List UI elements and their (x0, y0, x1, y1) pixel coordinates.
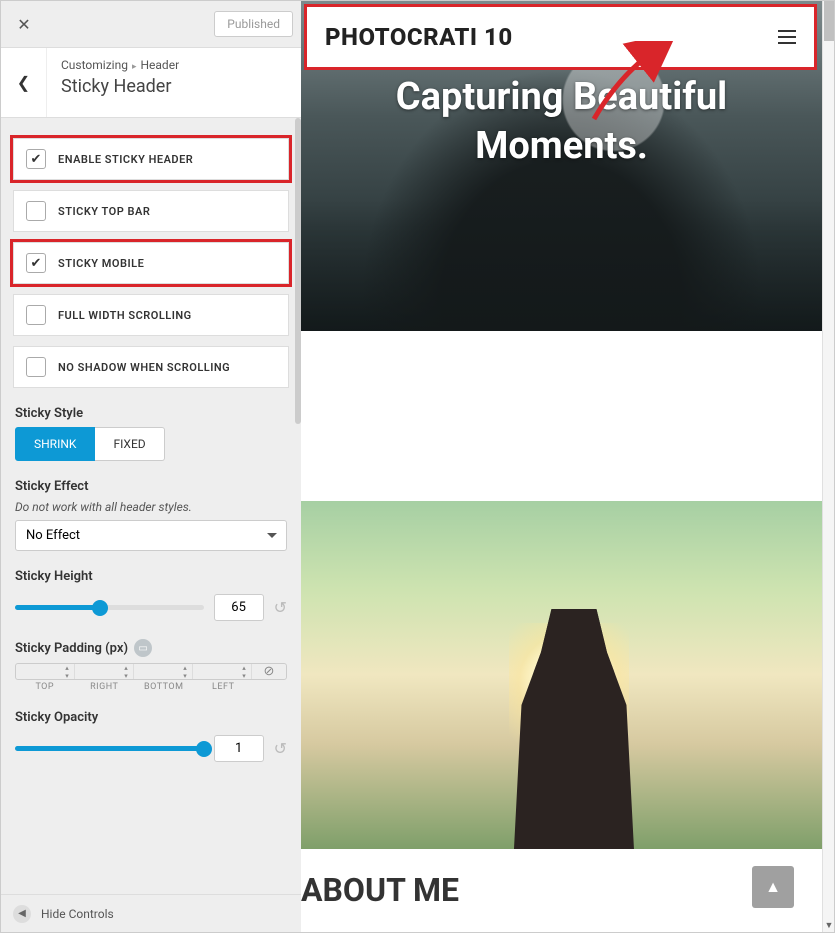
option-label: STICKY TOP BAR (58, 205, 150, 218)
option-label: FULL WIDTH SCROLLING (58, 309, 192, 322)
sticky-effect-select[interactable]: No Effect (15, 520, 287, 551)
close-button[interactable]: ✕ (9, 9, 39, 39)
hide-controls-button[interactable]: Hide Controls (41, 907, 114, 921)
scroll-top-button[interactable]: ▲ (752, 866, 794, 908)
padding-right-input[interactable]: ▴▾ (75, 664, 134, 679)
sticky-padding-label: Sticky Padding (px) (15, 641, 128, 656)
option-no-shadow[interactable]: NO SHADOW WHEN SCROLLING (13, 346, 289, 388)
option-label: STICKY MOBILE (58, 257, 144, 270)
padding-side-labels: TOP RIGHT BOTTOM LEFT (15, 682, 287, 692)
breadcrumb-path: Customizing▸Header (61, 58, 287, 72)
option-full-width-scrolling[interactable]: FULL WIDTH SCROLLING (13, 294, 289, 336)
sticky-effect-label: Sticky Effect (1, 461, 301, 500)
padding-left-input[interactable]: ▴▾ (193, 664, 252, 679)
about-heading: ABOUT ME (301, 871, 822, 909)
checkbox-icon[interactable] (26, 253, 46, 273)
sticky-opacity-slider[interactable] (15, 746, 204, 751)
site-preview: Capturing BeautifulMoments. PHOTOCRATI 1… (301, 1, 822, 932)
sticky-opacity-input[interactable] (214, 735, 264, 762)
sticky-header-preview: PHOTOCRATI 10 (307, 7, 814, 67)
hero-heading: Capturing BeautifulMoments. (301, 73, 822, 172)
about-section: ABOUT ME (301, 849, 822, 909)
checkbox-icon[interactable] (26, 149, 46, 169)
sticky-style-toggle: SHRINK FIXED (15, 427, 287, 461)
sticky-height-control: ↺ (15, 594, 287, 621)
sticky-style-shrink[interactable]: SHRINK (15, 427, 95, 461)
devices-icon[interactable]: ▭ (134, 639, 152, 657)
sticky-effect-select-wrap: No Effect (15, 520, 287, 551)
window-scrollbar[interactable]: ▲ ▼ (822, 1, 834, 932)
reset-icon[interactable]: ↺ (274, 598, 287, 617)
sticky-style-label: Sticky Style (1, 388, 301, 427)
slider-thumb-icon[interactable] (196, 741, 212, 757)
sticky-padding-label-row: Sticky Padding (px) ▭ (1, 621, 301, 663)
breadcrumb: ❮ Customizing▸Header Sticky Header (1, 48, 301, 118)
back-button[interactable]: ❮ (1, 48, 47, 117)
sticky-height-input[interactable] (214, 594, 264, 621)
sticky-padding-grid: ▴▾ ▴▾ ▴▾ ▴▾ ⊘ (15, 663, 287, 680)
checkbox-icon[interactable] (26, 305, 46, 325)
collapse-icon[interactable]: ◀ (13, 905, 31, 923)
option-enable-sticky-header[interactable]: ENABLE STICKY HEADER (13, 138, 289, 180)
slider-thumb-icon[interactable] (92, 600, 108, 616)
content-spacer (301, 331, 822, 501)
option-label: ENABLE STICKY HEADER (58, 153, 193, 166)
sticky-style-fixed[interactable]: FIXED (95, 427, 164, 461)
scrollbar-thumb[interactable] (824, 1, 834, 41)
sticky-height-label: Sticky Height (1, 551, 301, 590)
sticky-opacity-control: ↺ (15, 735, 287, 762)
scroll-down-icon[interactable]: ▼ (823, 920, 835, 932)
padding-bottom-input[interactable]: ▴▾ (134, 664, 193, 679)
option-label: NO SHADOW WHEN SCROLLING (58, 361, 230, 374)
site-brand[interactable]: PHOTOCRATI 10 (325, 23, 513, 51)
publish-button[interactable]: Published (214, 11, 293, 37)
option-sticky-top-bar[interactable]: STICKY TOP BAR (13, 190, 289, 232)
padding-top-input[interactable]: ▴▾ (16, 664, 75, 679)
section-title: Sticky Header (61, 76, 287, 97)
customizer-topbar: ✕ Published (1, 1, 301, 48)
customizer-footer: ◀ Hide Controls (1, 894, 301, 932)
link-values-icon[interactable]: ⊘ (252, 664, 286, 679)
checkbox-icon[interactable] (26, 201, 46, 221)
sticky-effect-hint: Do not work with all header styles. (1, 500, 301, 520)
reset-icon[interactable]: ↺ (274, 739, 287, 758)
sticky-opacity-label: Sticky Opacity (1, 692, 301, 731)
customizer-sidebar: ✕ Published ❮ Customizing▸Header Sticky … (1, 1, 301, 932)
sticky-height-slider[interactable] (15, 605, 204, 610)
checkbox-icon[interactable] (26, 357, 46, 377)
panel-body: ENABLE STICKY HEADER STICKY TOP BAR STIC… (1, 118, 301, 894)
option-sticky-mobile[interactable]: STICKY MOBILE (13, 242, 289, 284)
hamburger-icon[interactable] (778, 30, 796, 44)
about-image (301, 501, 822, 849)
